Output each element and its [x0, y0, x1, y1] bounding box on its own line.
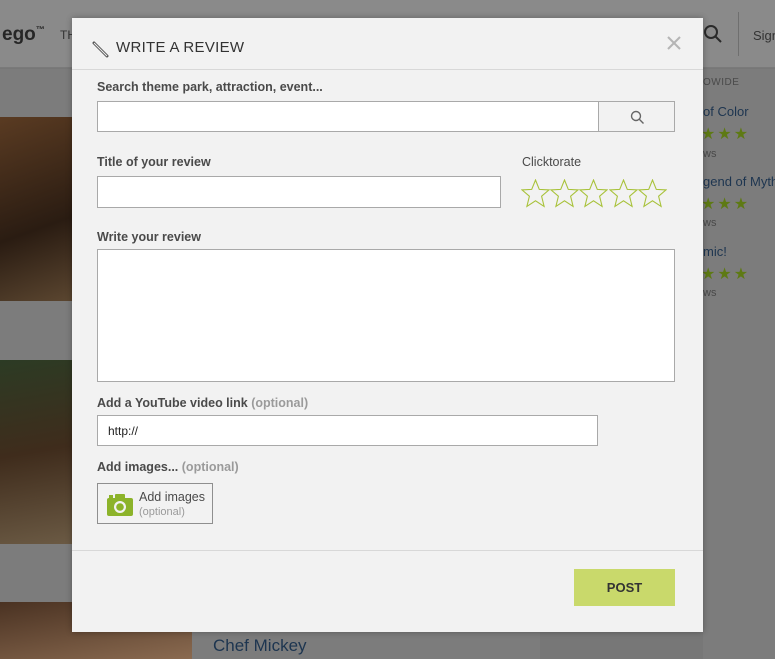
star-icon[interactable] [608, 179, 638, 208]
add-images-label: Add images [139, 490, 206, 504]
star-icon[interactable] [550, 179, 580, 208]
youtube-link-input[interactable] [97, 415, 598, 446]
post-button[interactable]: POST [574, 569, 675, 606]
write-review-modal: WRITE A REVIEW Search theme park, attrac… [72, 18, 703, 632]
sidebar-heading: OWIDE [703, 77, 740, 88]
listing-title[interactable]: Chef Mickey [213, 636, 307, 656]
sidebar-item-count: ws [703, 148, 717, 160]
sign-in-link[interactable]: Sign [753, 28, 775, 43]
rating-label: Clicktorate [522, 155, 582, 169]
sidebar-item-stars: ★★★ [701, 196, 751, 213]
sidebar-item-stars: ★★★ [701, 266, 751, 283]
sidebar-item-title[interactable]: mic! [703, 244, 727, 259]
review-body-textarea[interactable] [97, 249, 675, 382]
star-icon[interactable] [521, 179, 550, 208]
star-icon[interactable] [637, 179, 667, 208]
review-title-input[interactable] [97, 176, 501, 208]
pencil-icon [92, 41, 109, 58]
modal-header: WRITE A REVIEW [72, 18, 703, 70]
header-divider [738, 12, 739, 56]
sidebar-item-count: ws [703, 217, 717, 229]
add-images-button[interactable]: Add images (optional) [97, 483, 213, 524]
modal-title: WRITE A REVIEW [116, 39, 245, 56]
search-input[interactable] [97, 101, 599, 132]
search-button[interactable] [598, 101, 675, 132]
review-body-label: Write your review [97, 230, 201, 244]
close-icon[interactable] [665, 34, 683, 52]
star-rating[interactable] [521, 179, 667, 209]
listing-photo[interactable] [0, 360, 72, 544]
listing-photo[interactable] [0, 117, 72, 301]
sidebar-item-title[interactable]: of Color [703, 104, 749, 119]
search-icon[interactable] [703, 24, 723, 44]
images-label: Add images... (optional) [97, 460, 239, 474]
footer-divider [72, 550, 703, 551]
search-label: Search theme park, attraction, event... [97, 80, 323, 94]
sidebar-item-count: ws [703, 287, 717, 299]
optional-note: (optional) [251, 396, 309, 410]
sidebar-item-stars: ★★★ [701, 126, 751, 143]
add-images-optional: (optional) [139, 506, 185, 518]
search-icon [630, 110, 644, 124]
site-logo[interactable]: ego™ [2, 24, 45, 46]
sidebar-item-title[interactable]: gend of Myth [703, 174, 775, 189]
camera-icon [107, 494, 133, 516]
star-icon[interactable] [579, 179, 609, 208]
youtube-label: Add a YouTube video link (optional) [97, 396, 309, 410]
review-title-label: Title of your review [97, 155, 211, 169]
optional-note: (optional) [181, 460, 239, 474]
